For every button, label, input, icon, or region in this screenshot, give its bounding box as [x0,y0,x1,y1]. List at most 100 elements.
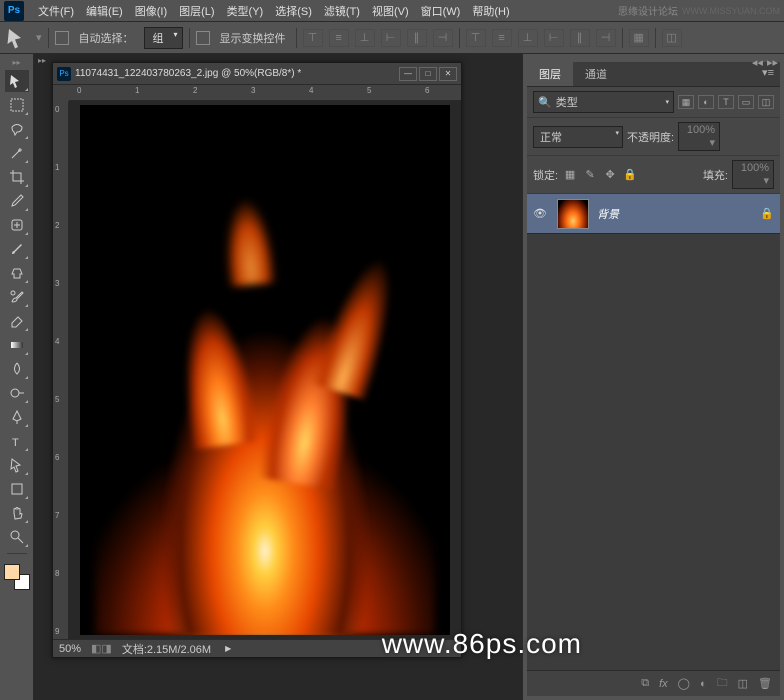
menu-select[interactable]: 选择(S) [269,1,318,21]
layer-mask-icon[interactable]: ◯ [678,677,690,690]
canvas-viewport[interactable] [69,101,461,639]
fill-field[interactable]: 100% ▾ [732,160,774,189]
menu-window[interactable]: 窗口(W) [415,1,467,21]
tab-layers[interactable]: 图层 [527,62,573,86]
marquee-tool[interactable] [5,94,29,116]
type-tool[interactable]: T [5,430,29,452]
filter-type-icon[interactable]: T [718,95,734,109]
show-transform-label: 显示变换控件 [220,30,286,46]
panel-collapse-icons[interactable]: ◂◂▸▸ [752,56,778,69]
color-swatches[interactable] [4,564,30,590]
status-flyout-icon[interactable]: ▶ [225,644,231,653]
link-layers-icon[interactable]: ⧉ [641,677,649,690]
document-info[interactable]: 文档:2.15M/2.06M [122,641,211,657]
layer-thumbnail[interactable] [557,199,589,229]
move-tool[interactable] [5,70,29,92]
dist-top-icon[interactable]: ⊤ [466,29,486,47]
healing-brush-tool[interactable] [5,214,29,236]
ruler-tick: 9 [55,627,59,636]
close-button[interactable]: ✕ [439,67,457,81]
group-icon[interactable]: 🗀 [717,674,728,693]
filter-smart-icon[interactable]: ◫ [758,95,774,109]
filter-adjust-icon[interactable]: ◐ [698,95,714,109]
align-right-icon[interactable]: ⊣ [433,29,453,47]
zoom-level[interactable]: 50% [59,643,81,655]
3d-mode-icon[interactable]: ◫ [662,29,682,47]
tab-channels[interactable]: 通道 [573,62,619,86]
minimize-button[interactable]: — [399,67,417,81]
hand-tool[interactable] [5,502,29,524]
dist-vcenter-icon[interactable]: ≡ [492,29,512,47]
document-title: 11074431_122403780263_2.jpg @ 50%(RGB/8*… [75,68,397,79]
path-selection-tool[interactable] [5,454,29,476]
clone-stamp-tool[interactable] [5,262,29,284]
ruler-tick: 8 [55,569,59,578]
gradient-tool[interactable] [5,334,29,356]
auto-select-checkbox[interactable] [55,31,69,45]
menu-view[interactable]: 视图(V) [366,1,415,21]
menu-edit[interactable]: 编辑(E) [80,1,129,21]
lock-transparency-icon[interactable]: ▦ [562,168,578,182]
foreground-color[interactable] [4,564,20,580]
align-hcenter-icon[interactable]: ∥ [407,29,427,47]
filter-type-dropdown[interactable]: 🔍类型▾ [533,91,674,113]
menu-help[interactable]: 帮助(H) [466,1,515,21]
dist-right-icon[interactable]: ⊣ [596,29,616,47]
doc-grip-icon[interactable]: ▸▸ [38,56,46,65]
show-transform-checkbox[interactable] [196,31,210,45]
ruler-vertical[interactable]: 0 1 2 3 4 5 6 7 8 9 [53,101,69,639]
align-top-icon[interactable]: ⊤ [303,29,323,47]
new-layer-icon[interactable]: ◫ [738,677,748,690]
align-bottom-icon[interactable]: ⊥ [355,29,375,47]
menu-layer[interactable]: 图层(L) [173,1,220,21]
blend-mode-dropdown[interactable]: 正常 [533,126,623,148]
layer-item-background[interactable]: 👁 背景 🔒 [527,194,780,234]
eyedropper-tool[interactable] [5,190,29,212]
lasso-tool[interactable] [5,118,29,140]
auto-align-icon[interactable]: ▦ [629,29,649,47]
visibility-toggle-icon[interactable]: 👁 [533,207,549,220]
eraser-tool[interactable] [5,310,29,332]
delete-layer-icon[interactable]: 🗑 [758,677,772,690]
brush-tool[interactable] [5,238,29,260]
ruler-horizontal[interactable]: 0 1 2 3 4 5 6 [69,85,461,101]
dist-bottom-icon[interactable]: ⊥ [518,29,538,47]
menu-file[interactable]: 文件(F) [32,1,80,21]
canvas[interactable] [80,105,450,635]
options-bar: ▾ 自动选择： 组 显示变换控件 ⊤ ≡ ⊥ ⊢ ∥ ⊣ ⊤ ≡ ⊥ ⊢ ∥ ⊣… [0,22,784,54]
maximize-button[interactable]: □ [419,67,437,81]
menu-type[interactable]: 类型(Y) [221,1,270,21]
lock-all-icon[interactable]: 🔒 [622,168,638,182]
ruler-tick: 3 [251,86,255,95]
menu-filter[interactable]: 滤镜(T) [318,1,366,21]
history-brush-tool[interactable] [5,286,29,308]
pen-tool[interactable] [5,406,29,428]
layer-lock-icon: 🔒 [760,207,774,220]
layer-name[interactable]: 背景 [597,206,752,222]
dist-hcenter-icon[interactable]: ∥ [570,29,590,47]
shape-tool[interactable] [5,478,29,500]
layer-style-icon[interactable]: fx [659,678,668,690]
menu-image[interactable]: 图像(I) [129,1,173,21]
zoom-tool[interactable] [5,526,29,548]
dodge-tool[interactable] [5,382,29,404]
lock-pixels-icon[interactable]: ✎ [582,168,598,182]
ps-doc-icon: Ps [57,67,71,81]
status-preview-icon[interactable]: ◧◨ [91,642,112,655]
move-tool-indicator [6,27,30,49]
adjustment-layer-icon[interactable]: ◐ [700,678,707,690]
filter-shape-icon[interactable]: ▭ [738,95,754,109]
opacity-field[interactable]: 100% ▾ [678,122,720,151]
document-titlebar[interactable]: Ps 11074431_122403780263_2.jpg @ 50%(RGB… [53,63,461,85]
toolbox-grip-icon[interactable]: ▸▸ [12,58,20,67]
filter-pixel-icon[interactable]: ▦ [678,95,694,109]
svg-text:T: T [12,437,19,449]
magic-wand-tool[interactable] [5,142,29,164]
dist-left-icon[interactable]: ⊢ [544,29,564,47]
align-left-icon[interactable]: ⊢ [381,29,401,47]
auto-select-dropdown[interactable]: 组 [144,27,183,49]
crop-tool[interactable] [5,166,29,188]
align-vcenter-icon[interactable]: ≡ [329,29,349,47]
lock-position-icon[interactable]: ✥ [602,168,618,182]
blur-tool[interactable] [5,358,29,380]
